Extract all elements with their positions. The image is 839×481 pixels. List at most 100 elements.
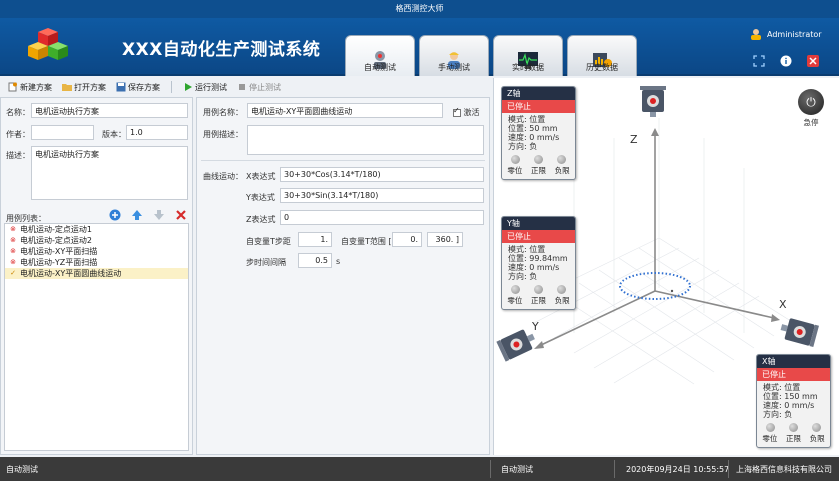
window-titlebar: 格西测控大师	[0, 0, 839, 18]
save-plan-button[interactable]: 保存方案	[113, 81, 163, 94]
case-desc-field[interactable]	[247, 125, 484, 155]
curve-motion-label: 曲线运动：	[203, 172, 243, 181]
case-item-3[interactable]: ⊗ 电机运动-XY平面扫描	[5, 246, 188, 257]
case-desc-label: 用例描述：	[203, 130, 243, 139]
username: Administrator	[767, 29, 822, 39]
case-active-icon: ✓	[10, 269, 16, 277]
neg-limit-led-icon	[812, 423, 821, 432]
z-state-badge: 已停止	[502, 100, 575, 113]
main-tabs: 自动测试 手动测试 实时数据 历史数据	[345, 35, 637, 76]
neg-limit-led-icon	[557, 285, 566, 294]
case-name-label: 用例名称：	[203, 108, 243, 117]
version-field[interactable]: 1.0	[126, 125, 188, 140]
x-axis-label: X	[779, 298, 787, 311]
axis-visualization-panel: Z Y X ⏻ 急停 Z轴 已停止 模式: 位置 位置: 50 mm 速度: 0…	[493, 78, 839, 455]
x-expr-field[interactable]: 30+30*Cos(3.14*T/180)	[280, 167, 484, 182]
t-range-from-field[interactable]: 0.	[392, 232, 422, 247]
app-title: XXX自动化生产测试系统	[122, 40, 321, 60]
interval-unit: s	[336, 257, 341, 266]
power-icon: ⏻	[798, 89, 824, 115]
author-label: 作者：	[6, 130, 30, 139]
user-icon	[751, 29, 761, 40]
t-step-label: 自变量T步距	[246, 237, 291, 246]
stop-icon	[239, 84, 245, 90]
version-label: 版本：	[102, 130, 126, 139]
move-down-icon[interactable]	[153, 209, 165, 221]
case-name-field[interactable]: 电机运动-XY平面圆曲线运动	[247, 103, 443, 118]
active-checkbox[interactable]: 激活	[453, 106, 480, 118]
x-axis-line	[654, 290, 775, 319]
tab-manual-test[interactable]: 手动测试	[419, 35, 489, 76]
tab-history-data[interactable]: 历史数据	[567, 35, 637, 76]
status-divider	[614, 460, 615, 478]
y-axis-card: Y轴 已停止 模式: 位置 位置: 99.84mm 速度: 0 mm/s 方向:…	[501, 216, 576, 310]
step-interval-label: 步时间间隔	[246, 258, 286, 267]
move-up-icon[interactable]	[131, 209, 143, 221]
description-field[interactable]: 电机运动执行方案	[31, 146, 188, 200]
x-motor-icon	[780, 318, 819, 348]
t-step-field[interactable]: 1.	[298, 232, 332, 247]
window-title: 格西测控大师	[395, 4, 444, 13]
open-plan-button[interactable]: 打开方案	[59, 81, 109, 94]
add-case-icon[interactable]	[109, 209, 121, 221]
delete-case-icon[interactable]	[175, 209, 187, 221]
case-item-5[interactable]: ✓ 电机运动-XY平面圆曲线运动	[5, 268, 188, 279]
checkbox-checked-icon	[453, 106, 461, 117]
toolbar: 新建方案 打开方案 保存方案 运行测试 停止测试	[0, 78, 490, 96]
z-motor-icon	[640, 86, 666, 117]
new-plan-button[interactable]: 新建方案	[5, 81, 55, 94]
case-item-4[interactable]: ⊗ 电机运动-YZ平面扫描	[5, 257, 188, 268]
user-area: Administrator	[750, 28, 822, 67]
close-icon[interactable]	[806, 54, 819, 67]
z-expr-field[interactable]: 0	[280, 210, 484, 225]
plan-name-field[interactable]: 电机运动执行方案	[31, 103, 188, 118]
case-status-icon: ⊗	[10, 258, 16, 266]
divider	[201, 160, 485, 161]
save-disk-icon	[116, 82, 126, 92]
z-axis-arrow	[651, 128, 659, 136]
t-range-to-field[interactable]: 360. ]	[427, 232, 463, 247]
pos-limit-led-icon	[534, 155, 543, 164]
tab-auto-test[interactable]: 自动测试	[345, 35, 415, 76]
x-expr-label: X表达式	[246, 172, 276, 181]
tab-realtime-data[interactable]: 实时数据	[493, 35, 563, 76]
zero-led-icon	[766, 423, 775, 432]
status-left: 自动测试	[6, 465, 38, 474]
case-item-1[interactable]: ⊗ 电机运动-定点运动1	[5, 224, 188, 235]
open-folder-icon	[62, 84, 72, 91]
step-interval-field[interactable]: 0.5	[298, 253, 332, 268]
info-icon[interactable]	[779, 54, 792, 67]
zero-led-icon	[511, 155, 520, 164]
z-expr-label: Z表达式	[246, 215, 276, 224]
case-status-icon: ⊗	[10, 236, 16, 244]
t-range-label: 自变量T范围 [	[341, 237, 392, 246]
x-axis-card: X轴 已停止 模式: 位置 位置: 150 mm 速度: 0 mm/s 方向: …	[756, 354, 831, 448]
z-axis-card: Z轴 已停止 模式: 位置 位置: 50 mm 速度: 0 mm/s 方向: 负…	[501, 86, 576, 180]
status-datetime: 2020年09月24日 10:55:57	[626, 465, 730, 474]
case-list: ⊗ 电机运动-定点运动1 ⊗ 电机运动-定点运动2 ⊗ 电机运动-XY平面扫描 ⊗ 电机…	[4, 223, 189, 451]
status-bar: 自动测试 自动测试 2020年09月24日 10:55:57 上海格西信息科技有…	[0, 457, 839, 481]
author-field[interactable]	[31, 125, 94, 140]
case-status-icon: ⊗	[10, 247, 16, 255]
pos-limit-led-icon	[534, 285, 543, 294]
app-header: XXX自动化生产测试系统 自动测试 手动测试 实时数据 历史数据 Adminis…	[0, 18, 839, 76]
neg-limit-led-icon	[557, 155, 566, 164]
emergency-stop-button[interactable]: ⏻ 急停	[794, 89, 828, 128]
case-item-2[interactable]: ⊗ 电机运动-定点运动2	[5, 235, 188, 246]
case-editor-panel: 用例名称： 电机运动-XY平面圆曲线运动 激活 用例描述： 曲线运动： X表达式…	[196, 97, 490, 455]
run-test-button[interactable]: 运行测试	[180, 81, 230, 94]
play-icon	[185, 83, 192, 91]
new-file-icon	[8, 82, 17, 92]
status-divider	[728, 460, 729, 478]
y-axis-arrow	[534, 341, 544, 349]
toolbar-divider	[171, 81, 172, 93]
plan-name-label: 名称：	[6, 108, 30, 117]
case-list-tools	[109, 209, 187, 221]
x-state-badge: 已停止	[757, 368, 830, 381]
stop-test-button[interactable]: 停止测试	[234, 81, 284, 94]
x-axis-arrow	[771, 314, 780, 322]
y-expr-field[interactable]: 30+30*Sin(3.14*T/180)	[280, 188, 484, 203]
fullscreen-icon[interactable]	[752, 54, 765, 67]
status-company: 上海格西信息科技有限公司	[736, 465, 832, 474]
case-status-icon: ⊗	[10, 225, 16, 233]
